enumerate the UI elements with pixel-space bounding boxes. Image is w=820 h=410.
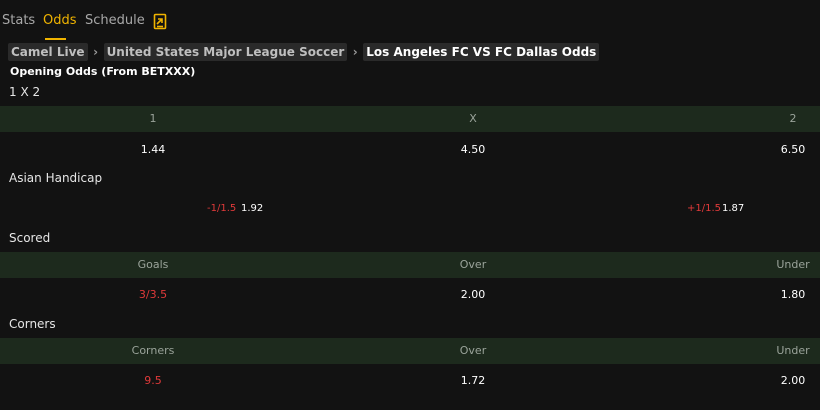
handicap-away-odds: 1.87 <box>722 203 745 214</box>
table-header-row: Corners Over Under <box>0 338 820 364</box>
section-title-scored: Scored <box>9 231 51 245</box>
header-away: 2 <box>789 112 797 125</box>
header-over: Over <box>459 258 487 271</box>
tab-stats[interactable]: Stats <box>2 13 35 28</box>
goals-over-odds: 2.00 <box>460 288 486 301</box>
handicap-away-line: +1/1.5 <box>687 203 722 214</box>
table-header-row: 1 X 2 <box>0 106 820 132</box>
table-row: 3/3.5 2.00 1.80 <box>0 285 820 305</box>
active-tab-indicator <box>45 38 66 40</box>
tab-odds[interactable]: Odds <box>43 13 77 28</box>
breadcrumb-league[interactable]: United States Major League Soccer <box>103 43 348 61</box>
header-draw: X <box>469 112 477 125</box>
share-icon[interactable] <box>152 12 168 30</box>
header-goals: Goals <box>137 258 169 271</box>
handicap-home-odds: 1.92 <box>241 203 264 214</box>
table-header-row: Goals Over Under <box>0 252 820 278</box>
odds-home: 1.44 <box>140 143 166 156</box>
section-title-1x2: 1 X 2 <box>9 85 41 99</box>
corners-line: 9.5 <box>144 374 162 387</box>
goals-line: 3/3.5 <box>138 288 168 301</box>
breadcrumb-home[interactable]: Camel Live <box>8 43 88 61</box>
opening-odds-label: Opening Odds (From BETXXX) <box>10 65 196 78</box>
odds-draw: 4.50 <box>460 143 486 156</box>
breadcrumb-current: Los Angeles FC VS FC Dallas Odds <box>363 43 600 61</box>
header-under: Under <box>776 258 810 271</box>
table-row: 9.5 1.72 2.00 <box>0 371 820 391</box>
breadcrumb: Camel Live › United States Major League … <box>8 43 600 61</box>
corners-over-odds: 1.72 <box>460 374 486 387</box>
chevron-right-icon: › <box>352 45 358 59</box>
handicap-home-line: -1/1.5 <box>207 203 237 214</box>
header-home: 1 <box>149 112 157 125</box>
goals-under-odds: 1.80 <box>780 288 806 301</box>
corners-under-odds: 2.00 <box>780 374 806 387</box>
tab-bar: Stats Odds Schedule <box>0 0 820 40</box>
odds-away: 6.50 <box>780 143 806 156</box>
header-under: Under <box>776 344 810 357</box>
tab-schedule[interactable]: Schedule <box>85 13 145 28</box>
section-title-asian-handicap: Asian Handicap <box>9 171 103 185</box>
chevron-right-icon: › <box>93 45 99 59</box>
section-title-corners: Corners <box>9 317 56 331</box>
header-over: Over <box>459 344 487 357</box>
table-row: 1.44 4.50 6.50 <box>0 140 820 160</box>
header-corners: Corners <box>131 344 175 357</box>
